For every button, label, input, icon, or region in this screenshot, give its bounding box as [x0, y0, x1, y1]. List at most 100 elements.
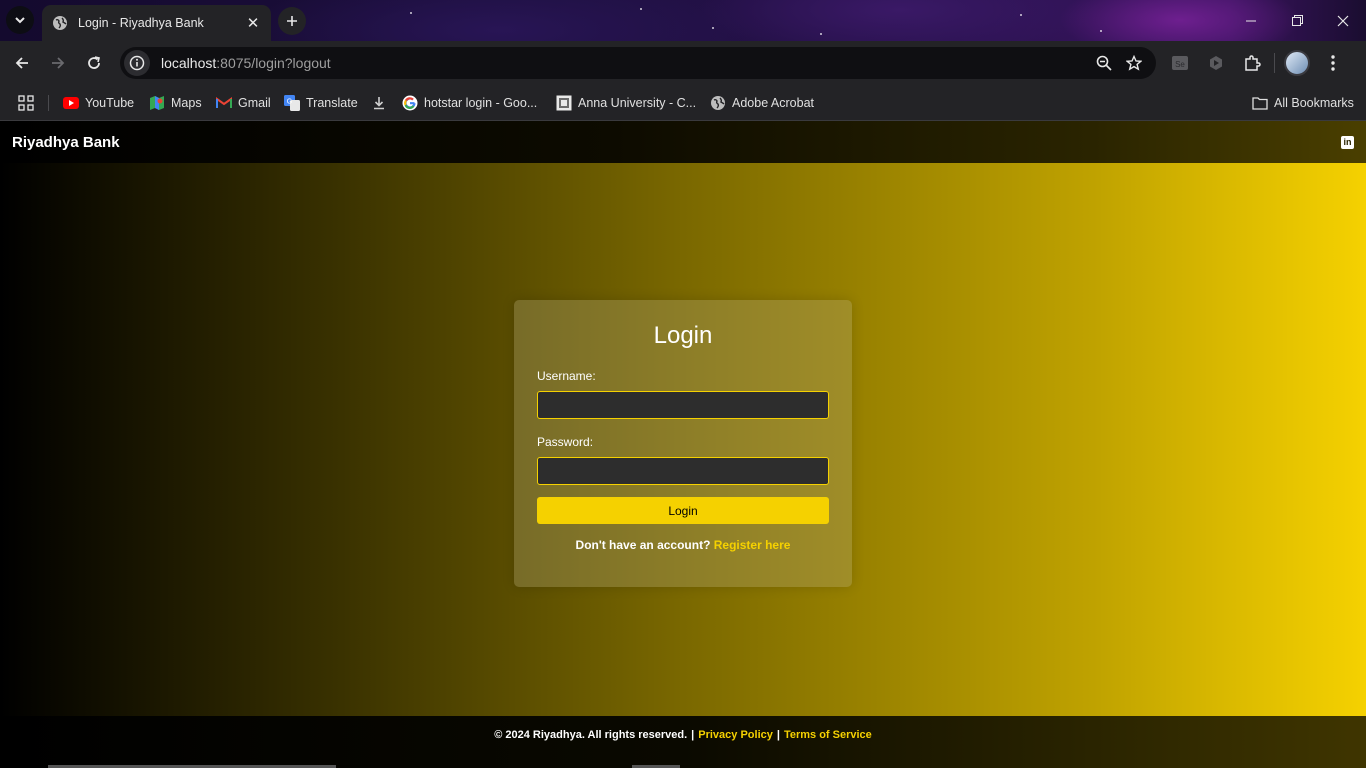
- translate-icon: G: [284, 95, 300, 111]
- zoom-button[interactable]: [1092, 51, 1116, 75]
- close-window-button[interactable]: [1320, 0, 1366, 41]
- bookmark-label: Adobe Acrobat: [732, 96, 815, 110]
- new-tab-button[interactable]: [278, 7, 306, 35]
- browser-toolbar: localhost:8075/login?logout Se: [0, 41, 1366, 85]
- browser-menu-button[interactable]: [1319, 49, 1347, 77]
- background-star: [712, 27, 714, 29]
- avatar: [1284, 50, 1310, 76]
- site-footer: © 2024 Riyadhya. All rights reserved. | …: [0, 716, 1366, 768]
- zoom-out-icon: [1096, 55, 1112, 71]
- reload-button[interactable]: [80, 49, 108, 77]
- bookmark-youtube[interactable]: YouTube: [63, 91, 134, 115]
- register-prompt: Don't have an account?: [575, 538, 711, 552]
- minimize-icon: [1246, 20, 1256, 21]
- browser-tab-bar: Login - Riyadhya Bank ✕: [0, 0, 1366, 41]
- svg-text:G: G: [287, 99, 292, 106]
- url-host: localhost: [161, 55, 217, 71]
- globe-icon: [53, 16, 67, 30]
- extension-button[interactable]: [1202, 49, 1230, 77]
- svg-text:Se: Se: [1175, 60, 1185, 69]
- tab-search-button[interactable]: [6, 6, 34, 34]
- bookmark-adobe-acrobat[interactable]: Adobe Acrobat: [710, 91, 814, 115]
- footer-separator: |: [776, 729, 780, 741]
- apps-grid-icon: [18, 95, 34, 111]
- plus-icon: [287, 16, 297, 26]
- bookmark-label: Anna University - C...: [578, 96, 697, 110]
- register-row: Don't have an account? Register here: [537, 538, 829, 552]
- brand-logo-text[interactable]: Riyadhya Bank: [12, 134, 120, 151]
- background-star: [820, 33, 822, 35]
- selenium-ide-icon: Se: [1172, 56, 1188, 70]
- info-icon: [129, 55, 145, 71]
- privacy-policy-link[interactable]: Privacy Policy: [698, 729, 773, 741]
- arrow-left-icon: [15, 57, 28, 69]
- bookmark-hotstar-login[interactable]: hotstar login - Goo...: [402, 91, 537, 115]
- forward-button[interactable]: [44, 49, 72, 77]
- more-vertical-icon: [1331, 55, 1335, 71]
- bookmark-label: hotstar login - Goo...: [424, 96, 538, 110]
- globe-icon: [710, 95, 726, 111]
- reload-icon: [88, 56, 100, 69]
- chevron-down-icon: [15, 17, 25, 24]
- back-button[interactable]: [8, 49, 36, 77]
- bookmark-gmail[interactable]: Gmail: [216, 91, 271, 115]
- hexagon-extension-icon: [1210, 56, 1222, 70]
- window-controls: [1228, 0, 1366, 41]
- selenium-extension-button[interactable]: Se: [1166, 49, 1194, 77]
- bookmark-label: YouTube: [85, 96, 135, 110]
- tab-title: Login - Riyadhya Bank: [78, 16, 204, 30]
- site-header: Riyadhya Bank in: [0, 121, 1366, 163]
- puzzle-piece-icon: [1245, 55, 1261, 71]
- login-title: Login: [653, 322, 713, 349]
- minimize-button[interactable]: [1228, 0, 1274, 41]
- password-input[interactable]: [537, 457, 829, 485]
- address-bar[interactable]: localhost:8075/login?logout: [120, 47, 1156, 79]
- terms-of-service-link[interactable]: Terms of Service: [784, 729, 872, 741]
- footer-separator: |: [691, 729, 695, 741]
- bookmark-label: Translate: [306, 96, 358, 110]
- linkedin-icon[interactable]: in: [1341, 135, 1354, 149]
- maps-icon: [149, 95, 165, 111]
- url-text[interactable]: localhost:8075/login?logout: [161, 55, 331, 71]
- register-link[interactable]: Register here: [714, 538, 791, 552]
- extensions-area: Se: [1166, 49, 1347, 77]
- apps-button[interactable]: [18, 91, 34, 115]
- login-card: Login Username: Password: Login Don't ha…: [514, 300, 852, 587]
- background-star: [410, 12, 412, 14]
- all-bookmarks-label: All Bookmarks: [1274, 96, 1354, 110]
- folder-icon: [1252, 95, 1268, 111]
- site-info-button[interactable]: [124, 50, 150, 76]
- youtube-icon: [63, 95, 79, 111]
- all-bookmarks-button[interactable]: All Bookmarks: [1252, 91, 1354, 115]
- star-icon: [1126, 55, 1142, 71]
- close-icon: [1337, 15, 1349, 26]
- bookmark-label: Maps: [171, 96, 202, 110]
- username-label: Username:: [537, 369, 596, 383]
- profile-button[interactable]: [1283, 49, 1311, 77]
- bookmark-maps[interactable]: Maps: [149, 91, 202, 115]
- restore-icon: [1291, 15, 1303, 26]
- bookmark-label: Gmail: [238, 96, 271, 110]
- bookmark-download[interactable]: [371, 91, 387, 115]
- background-star: [640, 8, 642, 10]
- anna-university-icon: [556, 95, 572, 111]
- password-label: Password:: [537, 435, 594, 449]
- bookmark-star-button[interactable]: [1122, 51, 1146, 75]
- bookmarks-bar: YouTube Maps Gmail G Translate hotstar l…: [0, 85, 1366, 121]
- page-content: Riyadhya Bank in Login Username: Passwor…: [0, 121, 1366, 768]
- browser-tab-active[interactable]: Login - Riyadhya Bank ✕: [42, 5, 271, 41]
- background-star: [1100, 30, 1102, 32]
- tab-close-icon[interactable]: ✕: [245, 14, 261, 32]
- restore-button[interactable]: [1274, 0, 1320, 41]
- arrow-right-icon: [52, 57, 65, 69]
- username-input[interactable]: [537, 391, 829, 419]
- extensions-menu-button[interactable]: [1238, 49, 1266, 77]
- gmail-icon: [216, 95, 232, 111]
- bookmarks-divider: [48, 95, 49, 111]
- login-button[interactable]: Login: [537, 497, 829, 524]
- copyright-text: © 2024 Riyadhya. All rights reserved.: [494, 729, 688, 741]
- download-icon: [371, 95, 387, 111]
- bookmark-translate[interactable]: G Translate: [284, 91, 358, 115]
- bookmark-anna-university[interactable]: Anna University - C...: [556, 91, 696, 115]
- background-star: [1020, 14, 1022, 16]
